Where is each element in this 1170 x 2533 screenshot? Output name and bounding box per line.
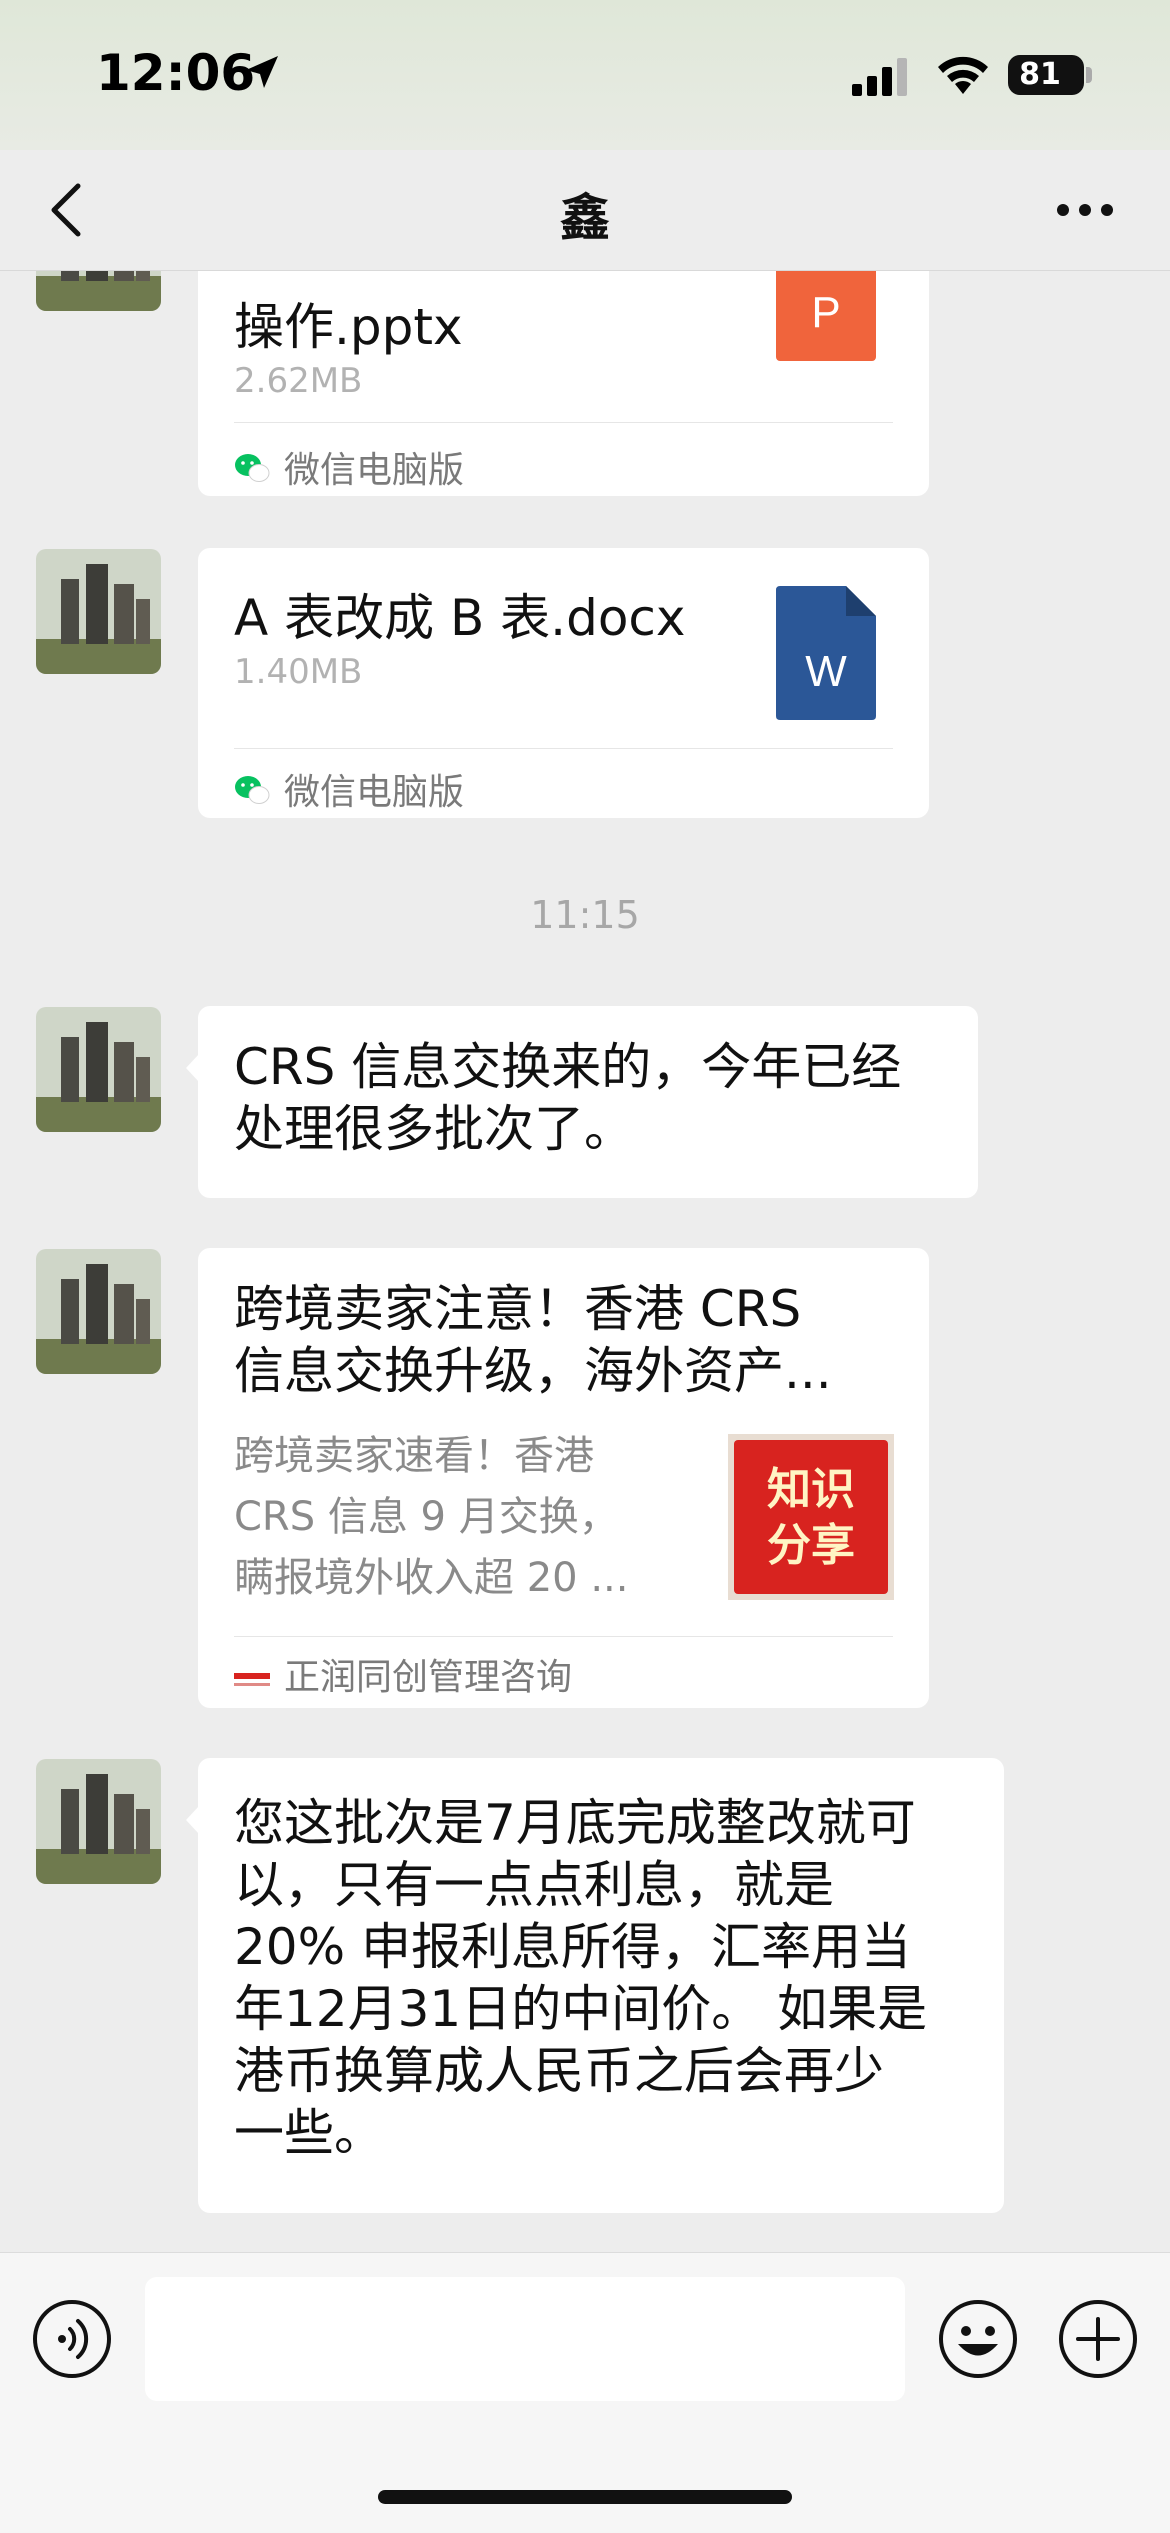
status-bar: 12:06 81 — [0, 0, 1170, 150]
docx-file-icon: W — [776, 586, 876, 720]
pptx-file-icon: P — [776, 271, 876, 361]
article-desc-line: 跨境卖家速看！香港 — [234, 1433, 594, 1479]
emoji-icon[interactable] — [938, 2299, 1018, 2379]
message-line: 以，只有一点点利息，就是 — [234, 1856, 834, 1914]
thumbnail-line: 知识 — [767, 1464, 855, 1515]
file-size: 1.40MB — [234, 652, 363, 692]
thumbnail-text: 知识 分享 — [728, 1462, 894, 1574]
article-description: 跨境卖家速看！香港 CRS 信息 9 月交换， 瞒报境外收入超 20 ... — [234, 1426, 628, 1609]
message-line: 您这批次是7月底完成整改就可 — [234, 1794, 916, 1852]
article-desc-line: CRS 信息 9 月交换， — [234, 1494, 619, 1540]
article-link-card[interactable]: 跨境卖家注意！香港 CRS 信息交换升级，海外资产... 跨境卖家速看！香港 C… — [198, 1248, 929, 1708]
text-message-bubble[interactable]: CRS 信息交换来的，今年已经 处理很多批次了。 — [198, 1006, 978, 1198]
message-line: 一些。 — [234, 2104, 384, 2162]
avatar[interactable] — [36, 1759, 161, 1884]
home-indicator — [378, 2490, 792, 2504]
timestamp: 11:15 — [530, 893, 640, 937]
article-title-line: 跨境卖家注意！香港 CRS — [234, 1280, 802, 1338]
file-size: 2.62MB — [234, 361, 363, 401]
message-line: 处理很多批次了。 — [234, 1100, 634, 1158]
avatar[interactable] — [36, 1249, 161, 1374]
voice-input-icon[interactable] — [32, 2299, 112, 2379]
thumbnail-line: 分享 — [767, 1520, 855, 1571]
cellular-signal-icon — [852, 58, 907, 96]
source-row: 微信电脑版 — [234, 441, 464, 493]
file-message-card[interactable]: A 表改成 B 表.docx 1.40MB W 微信电脑版 — [198, 548, 929, 818]
status-time: 12:06 — [96, 44, 256, 102]
text-message-bubble[interactable]: 您这批次是7月底完成整改就可 以，只有一点点利息，就是 20% 申报利息所得，汇… — [198, 1758, 1004, 2213]
more-options-icon[interactable] — [1055, 202, 1115, 218]
message-line: 20% 申报利息所得，汇率用当 — [234, 1918, 912, 1976]
more-functions-plus-icon[interactable] — [1058, 2299, 1138, 2379]
battery-tip — [1086, 67, 1092, 83]
file-icon-letter: P — [811, 288, 840, 337]
message-line: 港币换算成人民币之后会再少 — [234, 2042, 884, 2100]
card-divider — [234, 748, 893, 749]
battery-level: 81 — [1019, 57, 1061, 92]
wifi-icon — [938, 56, 988, 94]
article-desc-line: 瞒报境外收入超 20 ... — [234, 1555, 629, 1601]
avatar[interactable] — [36, 1007, 161, 1132]
source-row: 微信电脑版 — [234, 763, 464, 815]
message-line: CRS 信息交换来的，今年已经 — [234, 1038, 902, 1096]
article-title: 跨境卖家注意！香港 CRS 信息交换升级，海外资产... — [234, 1278, 832, 1402]
article-thumbnail: 知识 分享 — [728, 1434, 894, 1600]
chat-title: 鑫 — [560, 189, 610, 247]
message-line: 年12月31日的中间价。 如果是 — [234, 1980, 928, 2038]
chat-message-list[interactable]: 操作.pptx 2.62MB P 微信电脑版 A 表改成 B 表.docx 1.… — [0, 271, 1170, 2251]
card-divider — [234, 1636, 893, 1637]
publisher-logo-icon — [234, 1659, 270, 1700]
avatar[interactable] — [36, 271, 161, 311]
wechat-icon — [234, 774, 270, 815]
source-label: 微信电脑版 — [284, 450, 465, 491]
location-arrow-icon — [246, 56, 278, 88]
article-title-line: 信息交换升级，海外资产... — [234, 1342, 832, 1400]
source-label: 正润同创管理咨询 — [284, 1657, 573, 1698]
file-message-card[interactable]: 操作.pptx 2.62MB P 微信电脑版 — [198, 271, 929, 496]
file-name: 操作.pptx — [234, 298, 463, 356]
source-label: 微信电脑版 — [284, 772, 465, 813]
wechat-icon — [234, 452, 270, 493]
file-icon-letter: W — [805, 647, 847, 696]
message-input[interactable] — [145, 2277, 905, 2401]
nav-bar: 鑫 — [0, 150, 1170, 271]
file-name: A 表改成 B 表.docx — [234, 589, 686, 647]
battery-icon: 81 — [1008, 55, 1084, 95]
source-row: 正润同创管理咨询 — [234, 1648, 572, 1700]
card-divider — [234, 422, 893, 423]
avatar[interactable] — [36, 549, 161, 674]
